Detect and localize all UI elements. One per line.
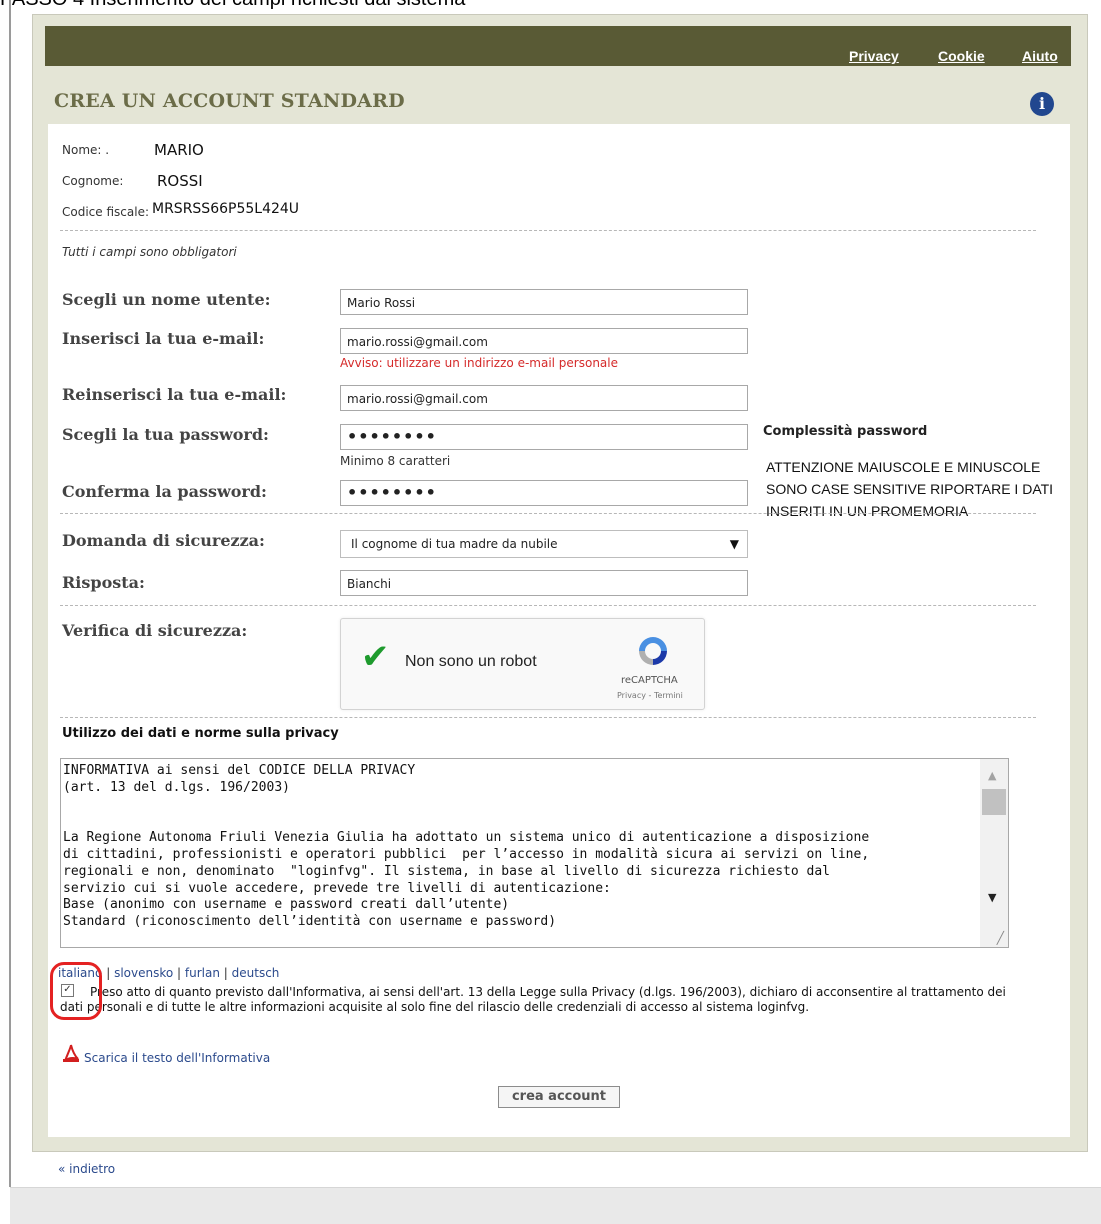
nav-help-link[interactable]: Aiuto bbox=[1022, 48, 1058, 64]
top-navigation-bar bbox=[45, 26, 1071, 66]
username-input[interactable]: Mario Rossi bbox=[340, 289, 748, 315]
recaptcha-text: Non sono un robot bbox=[405, 653, 537, 670]
scroll-up-icon[interactable]: ▲ bbox=[988, 769, 996, 782]
surname-value: ROSSI bbox=[157, 172, 203, 190]
required-fields-note: Tutti i campi sono obbligatori bbox=[62, 245, 237, 259]
divider bbox=[60, 605, 1036, 606]
privacy-textarea[interactable]: INFORMATIVA ai sensi del CODICE DELLA PR… bbox=[60, 758, 1009, 948]
answer-label: Risposta: bbox=[62, 573, 145, 592]
separator: | bbox=[223, 966, 232, 980]
lang-furlan-link[interactable]: furlan bbox=[185, 966, 220, 980]
surname-label: Cognome: bbox=[62, 174, 124, 188]
confirm-password-label: Conferma la password: bbox=[62, 482, 267, 501]
info-icon[interactable]: i bbox=[1030, 92, 1054, 116]
security-check-label: Verifica di sicurezza: bbox=[62, 621, 248, 640]
divider bbox=[60, 513, 1036, 514]
password-label: Scegli la tua password: bbox=[62, 425, 269, 444]
email-confirm-input[interactable]: mario.rossi@gmail.com bbox=[340, 385, 748, 411]
lang-slovensko-link[interactable]: slovensko bbox=[114, 966, 173, 980]
password-hint: Minimo 8 caratteri bbox=[340, 454, 451, 468]
separator: | bbox=[177, 966, 185, 980]
divider bbox=[60, 230, 1036, 231]
dropdown-arrow-icon: ▼ bbox=[729, 537, 739, 551]
nav-privacy-link[interactable]: Privacy bbox=[849, 48, 899, 64]
separator: | bbox=[106, 966, 115, 980]
email-input[interactable]: mario.rossi@gmail.com bbox=[340, 328, 748, 354]
footer-bar bbox=[10, 1187, 1101, 1224]
username-label: Scegli un nome utente: bbox=[62, 290, 271, 309]
nav-cookie-link[interactable]: Cookie bbox=[938, 48, 985, 64]
privacy-section-title: Utilizzo dei dati e norme sulla privacy bbox=[62, 726, 339, 741]
left-divider bbox=[9, 0, 11, 1187]
checkmark-icon[interactable]: ✔ bbox=[361, 637, 390, 677]
textarea-scrollbar[interactable]: ▲ ▼ bbox=[980, 759, 1008, 947]
recaptcha-widget[interactable]: ✔ Non sono un robot reCAPTCHA Privacy - … bbox=[340, 618, 705, 710]
lang-deutsch-link[interactable]: deutsch bbox=[232, 966, 280, 980]
divider bbox=[60, 717, 1036, 718]
security-question-select[interactable]: Il cognome di tua madre da nubile ▼ bbox=[340, 530, 748, 558]
recaptcha-brand: reCAPTCHA bbox=[621, 675, 678, 686]
name-label: Nome: . bbox=[62, 143, 110, 157]
security-question-label: Domanda di sicurezza: bbox=[62, 531, 265, 550]
confirm-password-input[interactable]: •••••••• bbox=[340, 480, 748, 506]
step-caption: PASSO 4 Inserimento dei campi richiesti … bbox=[0, 0, 465, 11]
fiscal-code-label: Codice fiscale: bbox=[62, 205, 149, 219]
answer-input[interactable]: Bianchi bbox=[340, 570, 748, 596]
download-informativa-link[interactable]: Scarica il testo dell'Informativa bbox=[84, 1051, 270, 1065]
scroll-down-icon[interactable]: ▼ bbox=[988, 891, 996, 904]
password-complexity-label: Complessità password bbox=[763, 424, 928, 439]
annotation-circle bbox=[50, 962, 102, 1020]
consent-text: Preso atto di quanto previsto dall'Infor… bbox=[60, 985, 1006, 1014]
recaptcha-terms-link[interactable]: Privacy - Termini bbox=[617, 691, 683, 700]
page-title: CREA UN ACCOUNT STANDARD bbox=[54, 90, 405, 112]
back-link[interactable]: « indietro bbox=[58, 1162, 115, 1176]
resize-grip-icon[interactable]: ╱ bbox=[997, 931, 1004, 945]
privacy-text: INFORMATIVA ai sensi del CODICE DELLA PR… bbox=[63, 763, 870, 930]
create-account-button[interactable]: crea account bbox=[498, 1086, 620, 1108]
pdf-icon bbox=[63, 1044, 79, 1062]
scrollbar-thumb[interactable] bbox=[982, 789, 1006, 815]
security-question-value: Il cognome di tua madre da nubile bbox=[351, 537, 558, 551]
email-warning: Avviso: utilizzare un indirizzo e-mail p… bbox=[340, 356, 619, 370]
name-value: MARIO bbox=[154, 141, 204, 159]
email-confirm-label: Reinserisci la tua e-mail: bbox=[62, 385, 287, 404]
fiscal-code-value: MRSRSS66P55L424U bbox=[152, 201, 300, 217]
email-label: Inserisci la tua e-mail: bbox=[62, 329, 265, 348]
password-input[interactable]: •••••••• bbox=[340, 424, 748, 450]
recaptcha-logo-icon bbox=[639, 637, 667, 665]
